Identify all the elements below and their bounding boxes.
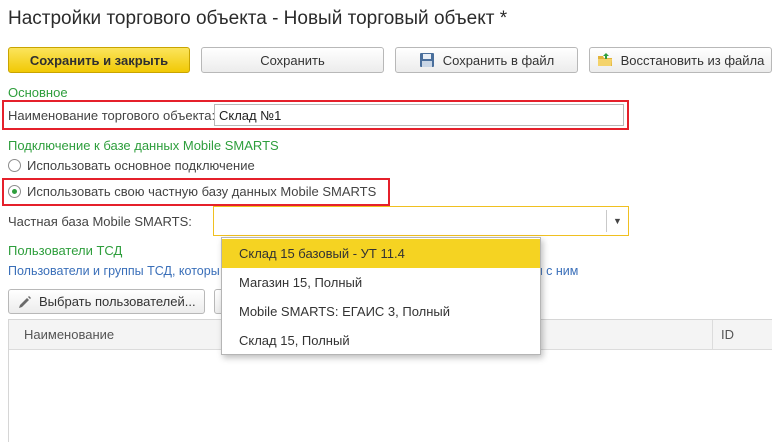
dropdown-option[interactable]: Склад 15 базовый - УТ 11.4	[222, 239, 540, 268]
restore-from-file-label: Восстановить из файла	[620, 52, 765, 68]
main-section-heading: Основное	[8, 85, 68, 100]
select-users-label: Выбрать пользователей...	[39, 294, 196, 309]
radio-default-connection[interactable]: Использовать основное подключение	[8, 158, 255, 173]
save-and-close-label: Сохранить и закрыть	[29, 52, 169, 68]
open-folder-icon	[597, 53, 612, 66]
users-description: Пользователи и группы ТСД, которы ты с н…	[8, 264, 578, 278]
restore-from-file-button[interactable]: Восстановить из файла	[589, 47, 772, 73]
save-to-file-label: Сохранить в файл	[442, 52, 555, 68]
column-id-header[interactable]: ID	[721, 320, 734, 350]
floppy-disk-icon	[419, 53, 434, 67]
window-title: Настройки торгового объекта - Новый торг…	[8, 8, 508, 29]
radio-default-label: Использовать основное подключение	[27, 158, 255, 173]
name-field[interactable]: Склад №1	[214, 104, 624, 126]
radio-private-label: Использовать свою частную базу данных Mo…	[27, 184, 377, 199]
save-label: Сохранить	[260, 52, 325, 68]
select-users-button[interactable]: Выбрать пользователей...	[8, 289, 205, 314]
private-db-select[interactable]: ▼	[213, 206, 629, 236]
private-db-label: Частная база Mobile SMARTS:	[8, 214, 192, 229]
radio-circle-default[interactable]	[8, 159, 21, 172]
dropdown-option[interactable]: Магазин 15, Полный	[222, 268, 540, 297]
column-name-header[interactable]: Наименование	[24, 320, 114, 350]
pencil-icon	[19, 295, 31, 308]
dropdown-option[interactable]: Склад 15, Полный	[222, 326, 540, 355]
save-and-close-button[interactable]: Сохранить и закрыть	[8, 47, 190, 73]
private-db-dropdown-list: Склад 15 базовый - УТ 11.4 Магазин 15, П…	[221, 237, 541, 355]
dropdown-option[interactable]: Mobile SMARTS: ЕГАИС 3, Полный	[222, 297, 540, 326]
users-description-left: Пользователи и группы ТСД, которы	[8, 264, 220, 278]
radio-circle-private[interactable]	[8, 185, 21, 198]
save-button[interactable]: Сохранить	[201, 47, 384, 73]
radio-private-database[interactable]: Использовать свою частную базу данных Mo…	[8, 184, 376, 199]
column-divider	[712, 320, 713, 350]
users-section-heading: Пользователи ТСД	[8, 243, 123, 258]
dropdown-arrow-icon[interactable]: ▼	[606, 210, 628, 232]
connection-section-heading: Подключение к базе данных Mobile SMARTS	[8, 138, 279, 153]
save-to-file-button[interactable]: Сохранить в файл	[395, 47, 578, 73]
name-label: Наименование торгового объекта:	[8, 108, 216, 123]
